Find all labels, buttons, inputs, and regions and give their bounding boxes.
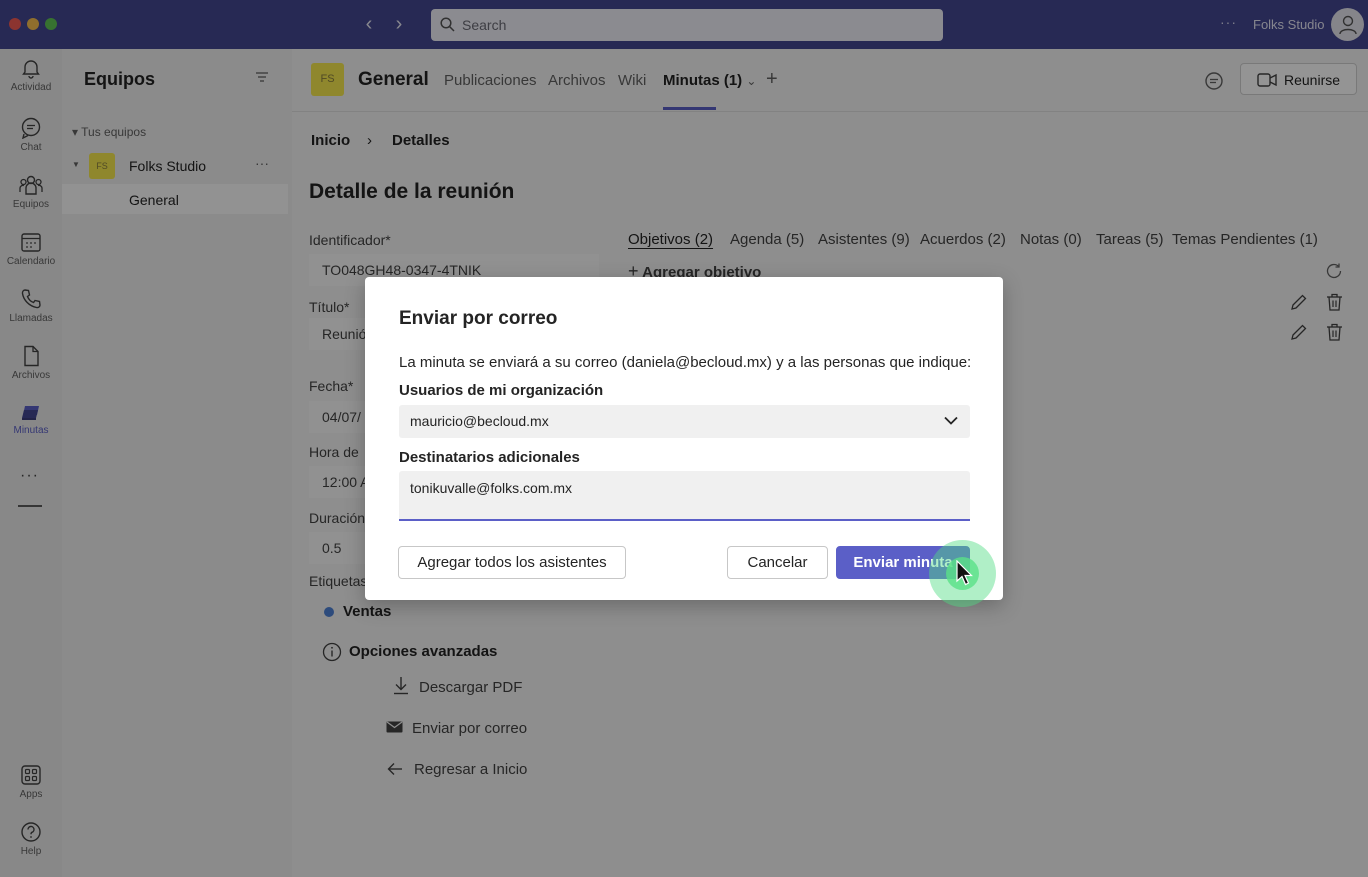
extra-recipients-input[interactable]: tonikuvalle@folks.com.mx xyxy=(399,471,970,521)
chevron-down-icon xyxy=(944,416,958,425)
add-all-attendees-button[interactable]: Agregar todos los asistentes xyxy=(398,546,626,579)
extra-recipients-label: Destinatarios adicionales xyxy=(399,449,580,466)
org-users-dropdown[interactable]: mauricio@becloud.mx xyxy=(399,405,970,438)
dialog-title: Enviar por correo xyxy=(399,308,558,329)
org-users-value: mauricio@becloud.mx xyxy=(410,413,549,429)
cancel-button[interactable]: Cancelar xyxy=(727,546,828,579)
extra-recipients-value: tonikuvalle@folks.com.mx xyxy=(410,480,573,496)
dialog-description: La minuta se enviará a su correo (daniel… xyxy=(399,354,972,371)
send-email-dialog: Enviar por correo La minuta se enviará a… xyxy=(365,277,1003,600)
mouse-cursor-icon xyxy=(956,560,973,586)
org-users-label: Usuarios de mi organización xyxy=(399,382,604,399)
